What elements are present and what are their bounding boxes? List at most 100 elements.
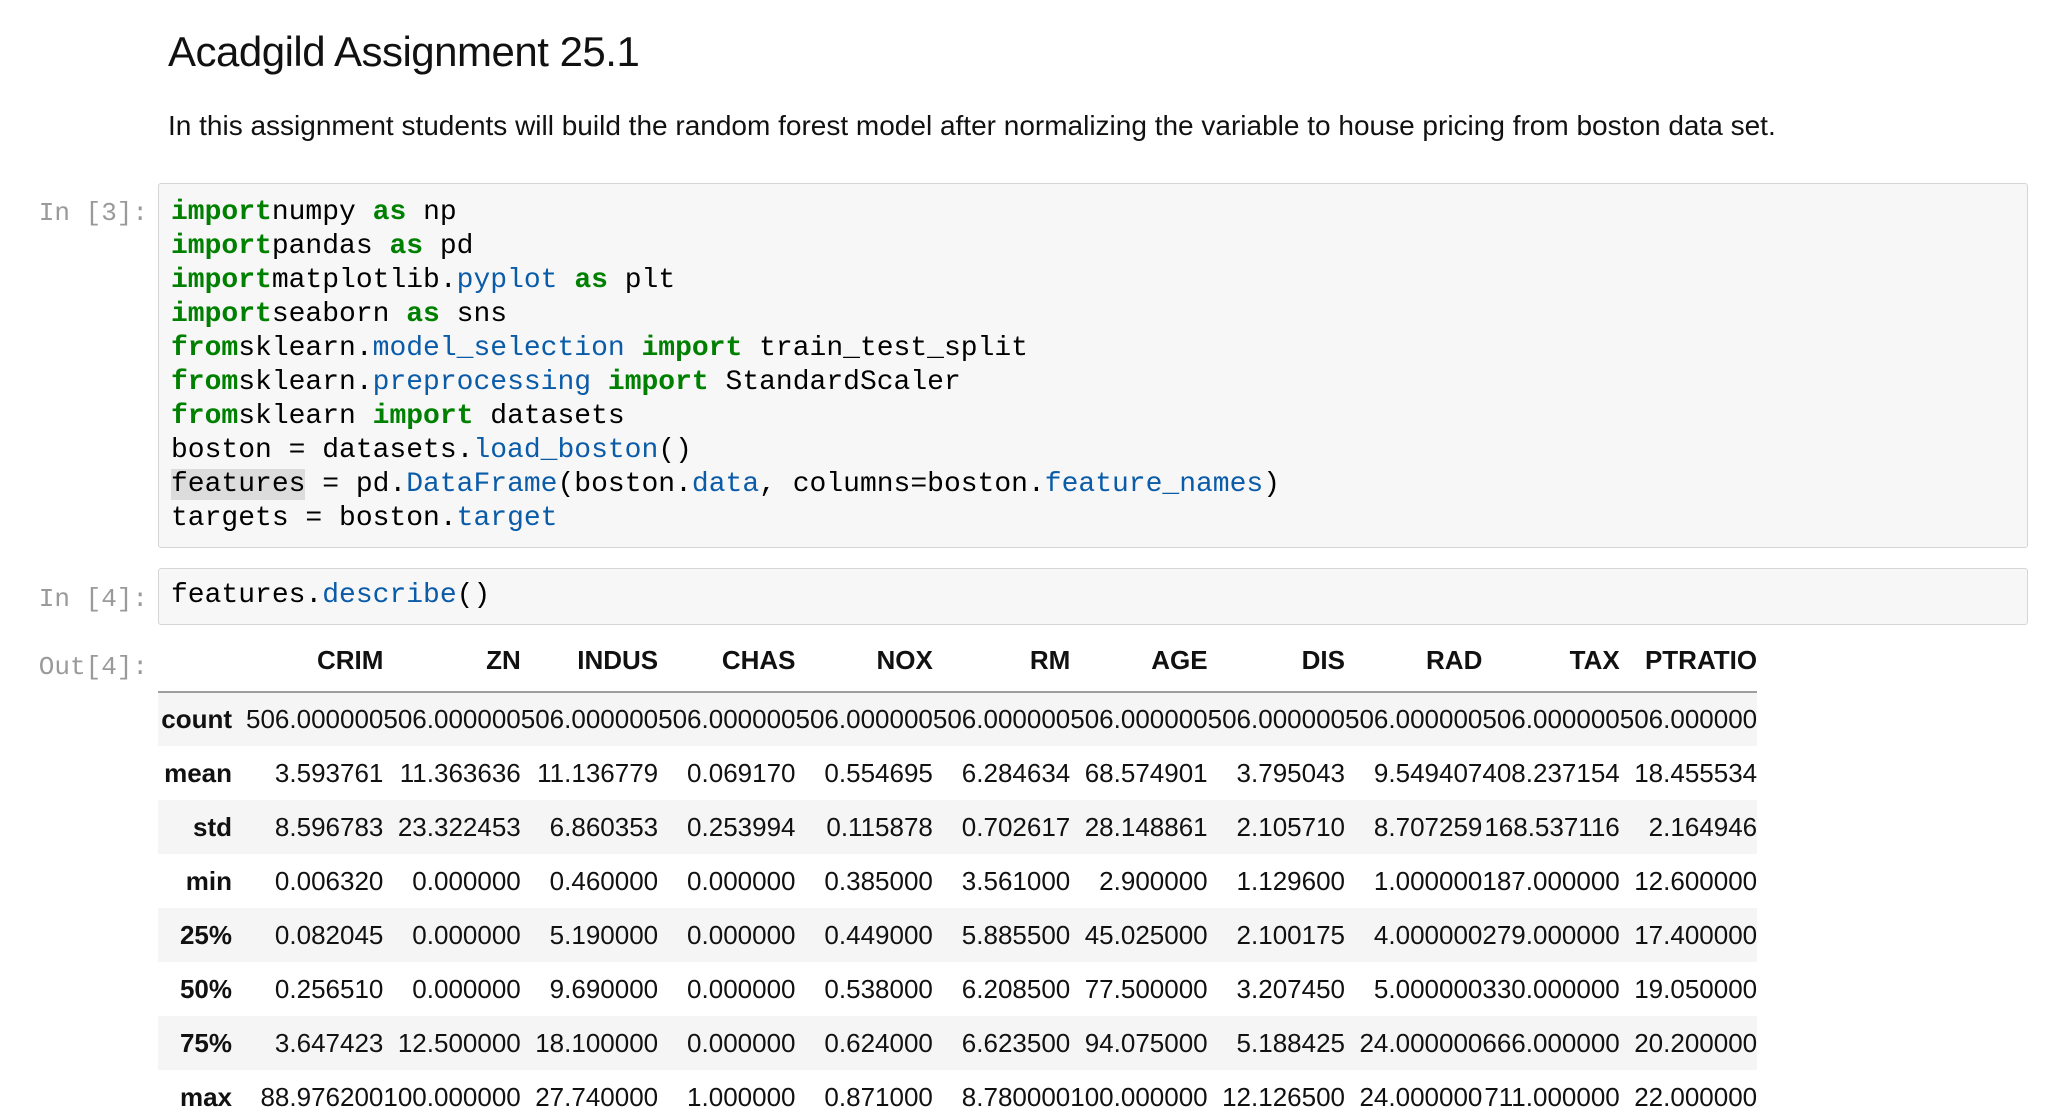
table-cell: 11.136779 [537,757,659,788]
table-cell: 0.000000 [412,865,521,896]
table-cell: 0.253994 [687,811,796,842]
code-token: features. [171,580,323,611]
code-token: ) [1263,469,1281,500]
column-header: AGE [1070,630,1208,693]
code-editor[interactable]: importnumpy as np importpandas as pd imp… [159,184,2027,548]
table-cell: 0.624000 [824,1027,933,1058]
markdown-title: Acadgild Assignment 25.1 [168,28,640,75]
code-keyword: from [171,333,239,364]
table-cell: 8.596783 [274,811,384,842]
table-cell: 2.105710 [1236,811,1345,842]
code-keyword: import [641,333,743,364]
code-token: = pd. [305,469,407,500]
describe-dataframe: CRIM ZN INDUS CHAS NOX RM AGE DIS RAD TAX PTRATIO … [158,630,1758,1114]
code-token: pd [423,231,474,262]
table-cell: 9.549407 [1373,757,1483,788]
table-cell: 6.284634 [961,757,1071,788]
table-cell: 330.000000 [1482,973,1620,1004]
table-cell: 12.600000 [1634,865,1758,896]
table-cell: 0.000000 [687,1027,796,1058]
table-cell: 100.000000 [1070,1081,1208,1112]
code-token: np [406,197,457,228]
code-token: plt [607,265,676,296]
code-keyword: import [171,197,272,228]
code-token: , columns=boston. [759,469,1045,500]
table-cell: 11.363636 [399,757,521,788]
table-cell: 3.795043 [1236,757,1345,788]
table-row: 25% 0.082045 0.000000 5.190000 0.000000 0.449… [158,908,1758,962]
table-row: 75% 3.647423 12.500000 18.100000 0.000000 0.6… [158,1016,1758,1070]
table-cell: 408.237154 [1482,757,1620,788]
table-cell: 19.050000 [1634,973,1758,1004]
table-cell: 506.000000 [520,704,659,734]
code-attribute: target [456,503,558,534]
table-cell: 3.561000 [961,865,1071,896]
table-cell: 0.115878 [826,811,933,842]
code-keyword: import [171,299,272,330]
row-label: 50% [179,973,232,1004]
markdown-paragraph: In this assignment students will build t… [168,110,1776,141]
table-cell: 506.000000 [1207,704,1345,734]
code-attribute: pyplot [456,265,558,296]
code-token: StandardScaler [708,367,961,398]
code-token: seaborn [271,299,407,330]
table-row: mean 3.593761 11.363636 11.136779 0.069170 0.… [158,746,1758,800]
table-cell: 0.000000 [687,865,796,896]
table-cell: 506.000000 [658,704,796,734]
table-row: std 8.596783 23.322453 6.860353 0.253994 0.11… [158,800,1758,854]
code-token: sklearn. [238,367,373,398]
table-cell: 1.129600 [1236,865,1345,896]
code-keyword: import [607,367,709,398]
code-token: () [456,580,491,611]
table-cell: 168.537116 [1484,811,1620,842]
code-keyword: as [389,231,424,262]
table-cell: 9.690000 [549,973,659,1004]
row-label: 25% [179,919,232,950]
table-cell: 6.860353 [549,811,659,842]
table-cell: 0.000000 [687,973,796,1004]
table-cell: 45.025000 [1084,919,1208,950]
column-header: RAD [1345,630,1483,693]
table-cell: 0.082045 [274,919,384,950]
column-header: CHAS [658,630,796,693]
table-cell: 506.000000 [795,704,933,734]
row-label: 75% [179,1027,232,1058]
column-header: TAX [1482,630,1620,693]
table-cell: 1.000000 [687,1081,796,1112]
table-cell: 8.707259 [1373,811,1483,842]
table-cell: 6.623500 [961,1027,1071,1058]
code-cell-describe[interactable]: features.describe() [158,568,2028,625]
table-corner [158,630,246,693]
code-keyword: from [171,401,239,432]
row-label: std [193,811,232,842]
table-cell: 0.460000 [549,865,659,896]
column-header: DIS [1207,630,1345,693]
table-cell: 0.554695 [824,757,933,788]
table-cell: 187.000000 [1482,865,1620,896]
code-token: boston = datasets. [171,435,474,466]
table-cell: 5.190000 [549,919,659,950]
row-label: min [185,865,232,896]
table-cell: 2.100175 [1236,919,1345,950]
table-cell: 18.455534 [1634,757,1758,788]
column-header: ZN [383,630,521,693]
table-cell: 3.647423 [274,1027,384,1058]
row-label: max [179,1081,232,1112]
code-token: sns [439,299,508,330]
code-token: targets = boston. [171,503,457,534]
cell-prompt-out-4: Out[4]: [38,652,148,682]
code-token: sklearn. [238,333,373,364]
table-cell: 1.000000 [1373,865,1483,896]
code-cell-imports[interactable]: importnumpy as np importpandas as pd imp… [158,183,2028,548]
code-token: () [658,435,692,466]
table-cell: 2.164946 [1648,811,1758,842]
table-cell: 77.500000 [1084,973,1208,1004]
table-cell: 506.000000 [1619,704,1758,734]
table-cell: 0.871000 [824,1081,933,1112]
table-cell: 0.256510 [274,973,384,1004]
table-row: max 88.976200 100.000000 27.740000 1.000000 0… [158,1070,1758,1114]
code-editor[interactable]: features.describe() [159,569,2027,625]
table-cell: 0.000000 [412,973,521,1004]
table-row: count 506.000000 506.000000 506.000000 506.0… [158,692,1758,746]
